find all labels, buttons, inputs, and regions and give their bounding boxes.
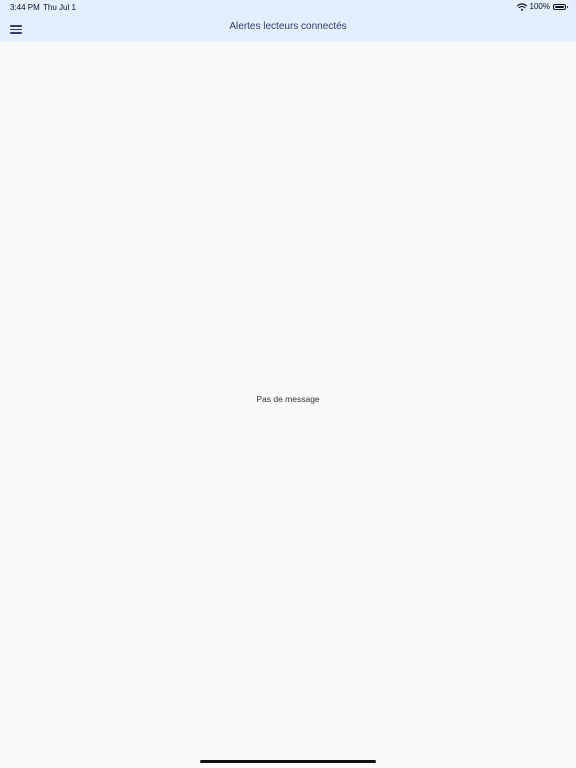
battery-icon [553,4,568,10]
wifi-icon [516,3,527,11]
status-bar: 3:44 PM Thu Jul 1 100% [0,0,576,14]
battery-percent: 100% [529,2,550,11]
status-time: 3:44 PM [10,3,40,12]
home-indicator[interactable] [200,760,376,763]
page-title: Alertes lecteurs connectés [229,21,347,32]
battery-fill [555,6,564,8]
status-indicators: 100% [516,2,568,12]
app-screen: 3:44 PM Thu Jul 1 100% Alertes lecteurs … [0,0,576,768]
app-bar: Alertes lecteurs connectés [0,14,576,42]
status-date: Thu Jul 1 [43,3,76,12]
app-header: 3:44 PM Thu Jul 1 100% Alertes lecteurs … [0,0,576,42]
empty-state-message: Pas de message [256,394,320,404]
